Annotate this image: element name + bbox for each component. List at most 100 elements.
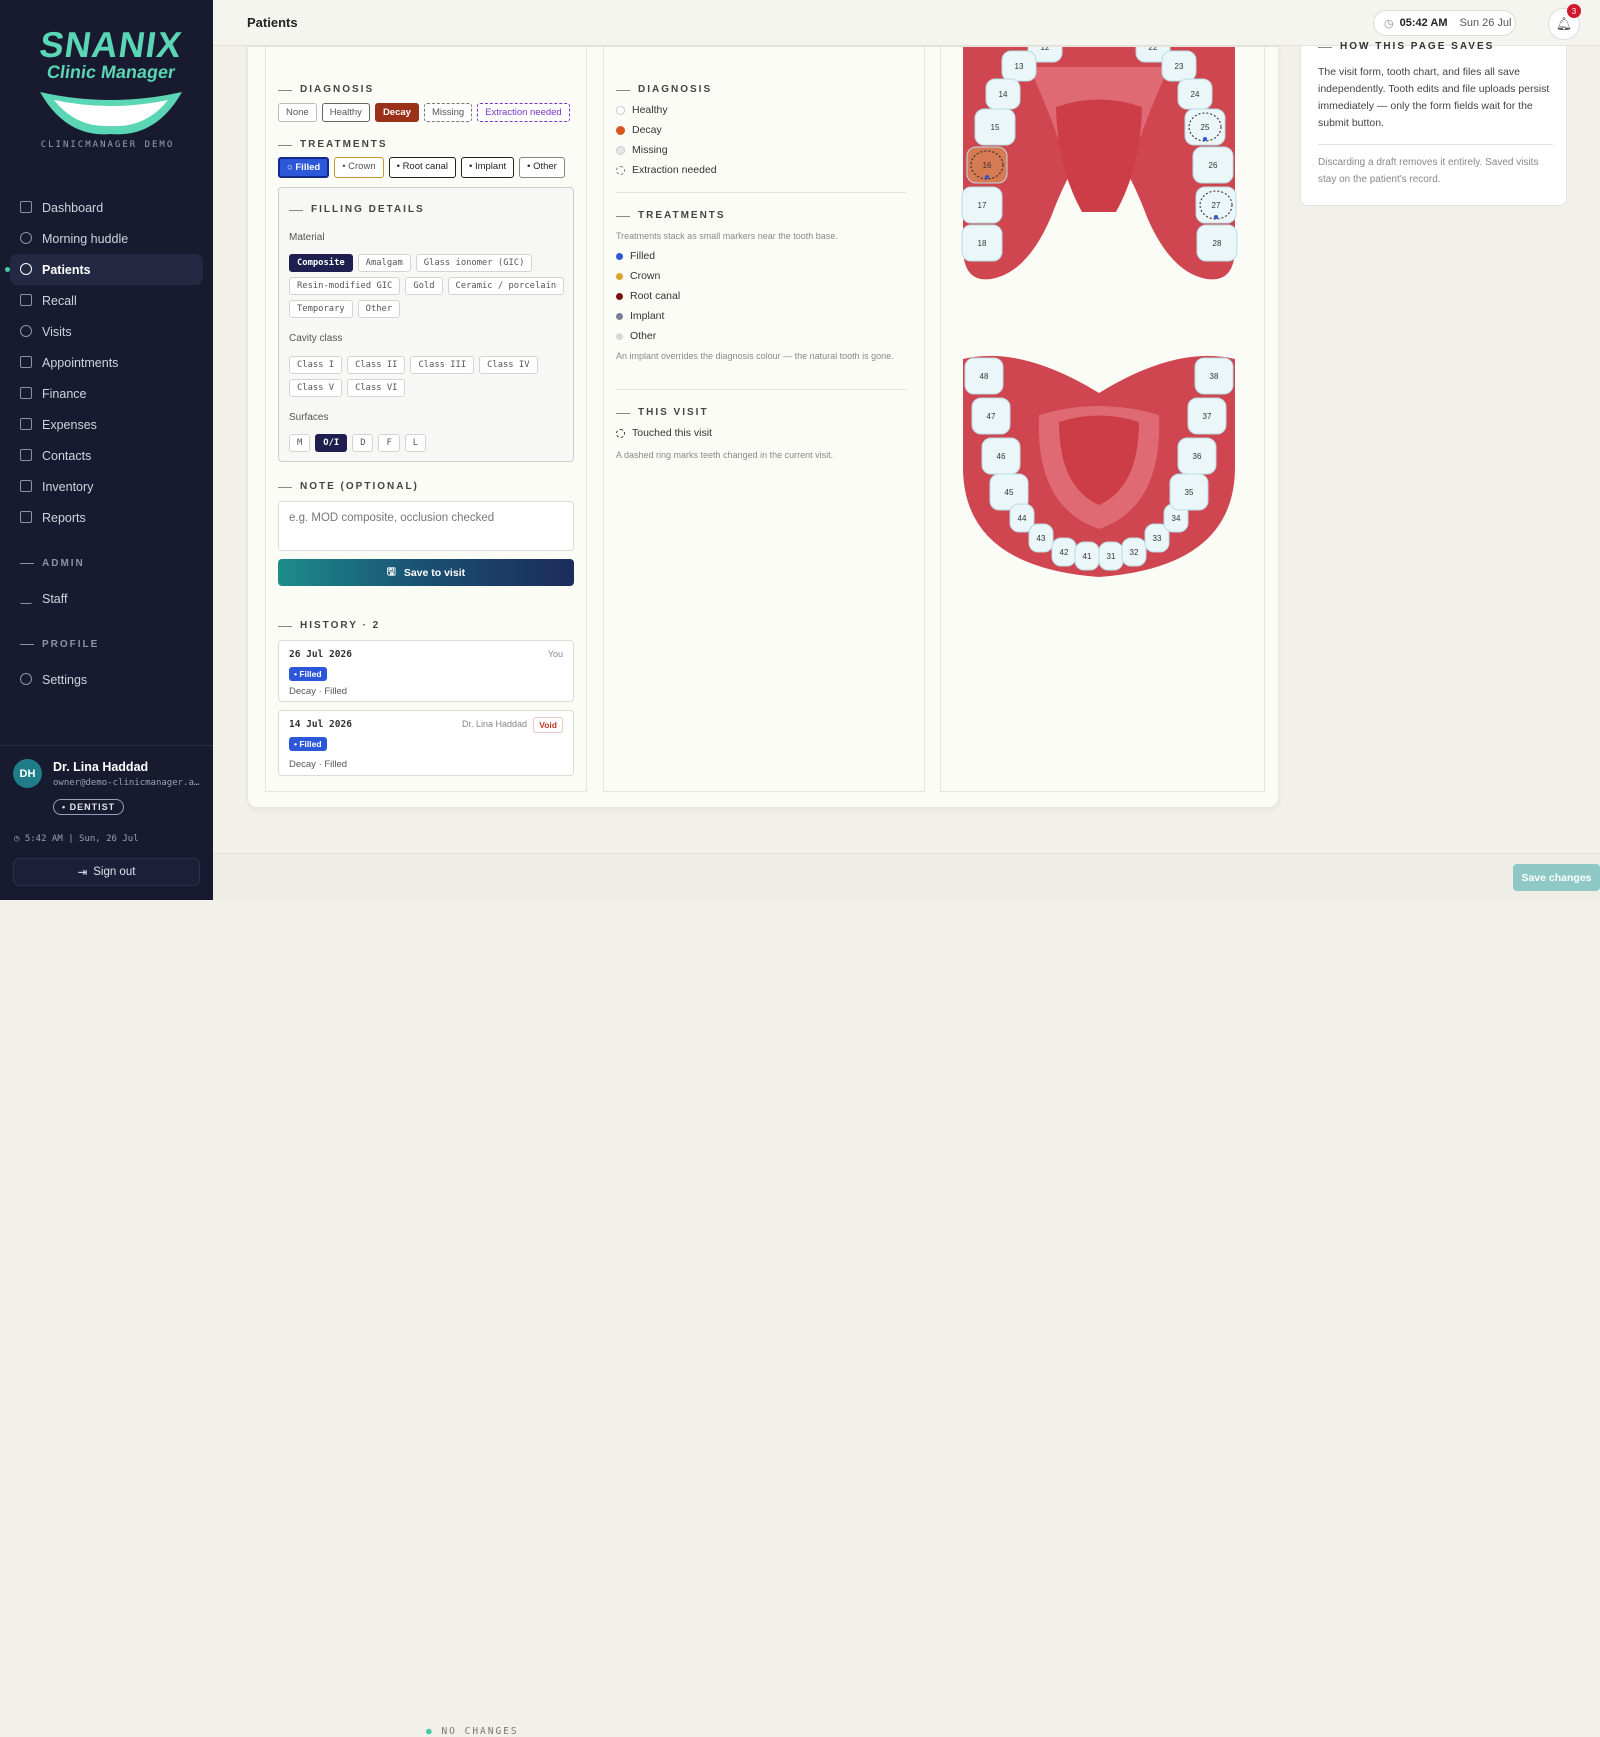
treatment-filled[interactable]: ○ Filled bbox=[278, 157, 330, 178]
nav-label: Patients bbox=[42, 262, 91, 277]
surface-d[interactable]: D bbox=[352, 434, 374, 452]
nav-staff[interactable]: Staff bbox=[10, 583, 203, 614]
tooth-label: 32 bbox=[1130, 548, 1139, 557]
extraction-swatch bbox=[616, 165, 625, 175]
diagnosis-missing[interactable]: Missing bbox=[423, 103, 473, 122]
grid-icon bbox=[20, 201, 32, 213]
surface-f[interactable]: F bbox=[378, 434, 400, 452]
tooth-label: 33 bbox=[1153, 534, 1162, 543]
history-entry[interactable]: 26 Jul 2026 You • Filled Decay · Filled bbox=[278, 640, 574, 702]
surface-oi[interactable]: O/I bbox=[315, 434, 348, 452]
gear-icon bbox=[20, 673, 32, 685]
brand-logo[interactable]: SNANIX Clinic Manager CLINICMANAGER DEMO bbox=[20, 24, 195, 150]
history-entry[interactable]: 14 Jul 2026 Dr. Lina Haddad Void • Fille… bbox=[278, 710, 574, 776]
diagnosis-extraction[interactable]: Extraction needed bbox=[477, 103, 570, 122]
history-date: 26 Jul 2026 bbox=[289, 649, 352, 660]
divider bbox=[616, 389, 906, 390]
tooth-label: 48 bbox=[980, 372, 989, 381]
nav-reports[interactable]: Reports bbox=[10, 502, 203, 533]
tooth-label: 36 bbox=[1193, 452, 1202, 461]
nav-contacts[interactable]: Contacts bbox=[10, 440, 203, 471]
treatment-chips: ○ Filled • Crown • Root canal • Implant … bbox=[278, 157, 565, 178]
nav-patients[interactable]: Patients bbox=[5, 254, 203, 285]
filling-heading: FILLING DETAILS bbox=[289, 204, 425, 215]
tooth-label: 18 bbox=[978, 239, 987, 248]
tooth-label: 14 bbox=[999, 90, 1008, 99]
role-badge: • DENTIST bbox=[53, 799, 125, 815]
treatment-implant[interactable]: • Implant bbox=[461, 157, 515, 178]
sidebar-clock: ◷ 5:42 AM | Sun, 26 Jul bbox=[14, 834, 139, 844]
surface-l[interactable]: L bbox=[404, 434, 427, 452]
nav-settings[interactable]: Settings bbox=[10, 664, 203, 695]
top-date: Sun 26 Jul bbox=[1459, 17, 1512, 29]
nav-inventory[interactable]: Inventory bbox=[10, 471, 203, 502]
cavity-class-3[interactable]: Class III bbox=[410, 356, 475, 374]
nav-expenses[interactable]: Expenses bbox=[10, 409, 203, 440]
nav-dashboard[interactable]: Dashboard bbox=[10, 192, 203, 223]
main-nav: Dashboard Morning huddle Patients Recall… bbox=[0, 192, 213, 695]
cavity-class-2[interactable]: Class II bbox=[347, 356, 406, 374]
user-card[interactable]: DH Dr. Lina Haddad owner@demo-clinicmana… bbox=[0, 745, 213, 815]
surfaces-label: Surfaces bbox=[289, 412, 329, 423]
receipt-icon bbox=[20, 418, 32, 430]
legend-panel: DIAGNOSIS Healthy Decay Missing Extracti… bbox=[603, 47, 925, 792]
material-chips: Composite Amalgam Glass ionomer (GIC) Re… bbox=[289, 254, 569, 318]
material-temporary[interactable]: Temporary bbox=[289, 300, 353, 318]
clock-icon: ◷ bbox=[1384, 17, 1394, 30]
tooth-chart[interactable]: 12 13 14 15 16 17 18 22 23 24 25 26 27 28 48 47 46 45 44 43… bbox=[941, 27, 1266, 607]
save-changes-button[interactable]: Save changes bbox=[1513, 864, 1600, 891]
void-button[interactable]: Void bbox=[533, 717, 563, 733]
nav-label: Settings bbox=[42, 672, 88, 687]
diagnosis-decay[interactable]: Decay bbox=[374, 103, 419, 122]
visit-note: A dashed ring marks teeth changed in the… bbox=[616, 450, 834, 460]
note-input[interactable]: e.g. MOD composite, occlusion checked bbox=[278, 501, 574, 551]
tooth-label: 12 bbox=[1041, 47, 1050, 52]
nav-recall[interactable]: Recall bbox=[10, 285, 203, 316]
surface-m[interactable]: M bbox=[289, 434, 311, 452]
legend-touched: Touched this visit bbox=[616, 427, 712, 439]
legend-decay: Decay bbox=[616, 124, 662, 136]
cavity-class-4[interactable]: Class IV bbox=[479, 356, 538, 374]
notification-count: 3 bbox=[1567, 4, 1581, 18]
tooth-label: 35 bbox=[1185, 488, 1194, 497]
crown-swatch bbox=[616, 272, 623, 280]
history-heading: HISTORY · 2 bbox=[278, 620, 380, 631]
diagnosis-none[interactable]: None bbox=[278, 103, 317, 122]
treatment-other[interactable]: • Other bbox=[519, 157, 565, 178]
nav-morning-huddle[interactable]: Morning huddle bbox=[10, 223, 203, 254]
legend-label: Extraction needed bbox=[632, 164, 717, 176]
treatment-crown[interactable]: • Crown bbox=[334, 157, 384, 178]
info-card: HOW THIS PAGE SAVES The visit form, toot… bbox=[1300, 41, 1567, 206]
material-composite[interactable]: Composite bbox=[289, 254, 353, 272]
save-to-visit-button[interactable]: 🖫︎ Save to visit bbox=[278, 559, 574, 586]
nav-label: Recall bbox=[42, 293, 77, 308]
cavity-class-5[interactable]: Class V bbox=[289, 379, 343, 397]
nav-visits[interactable]: Visits bbox=[10, 316, 203, 347]
material-gic[interactable]: Glass ionomer (GIC) bbox=[415, 254, 533, 272]
tooth-label: 37 bbox=[1203, 412, 1212, 421]
cavity-class-1[interactable]: Class I bbox=[289, 356, 343, 374]
clock-icon bbox=[20, 325, 32, 337]
history-author: You bbox=[547, 649, 563, 659]
book-icon bbox=[20, 449, 32, 461]
material-amalgam[interactable]: Amalgam bbox=[357, 254, 411, 272]
material-ceramic[interactable]: Ceramic / porcelain bbox=[447, 277, 565, 295]
diagnosis-healthy[interactable]: Healthy bbox=[321, 103, 370, 122]
treatment-root-canal[interactable]: • Root canal bbox=[388, 157, 456, 178]
legend-other: Other bbox=[616, 330, 656, 342]
material-other[interactable]: Other bbox=[357, 300, 401, 318]
divider bbox=[616, 192, 906, 193]
tooth-label: 34 bbox=[1172, 514, 1181, 523]
cavity-class-6[interactable]: Class VI bbox=[347, 379, 406, 397]
sidebar: SNANIX Clinic Manager CLINICMANAGER DEMO… bbox=[0, 0, 213, 900]
sidebar-clock-text: 5:42 AM | Sun, 26 Jul bbox=[24, 834, 139, 844]
nav-finance[interactable]: Finance bbox=[10, 378, 203, 409]
material-gold[interactable]: Gold bbox=[405, 277, 443, 295]
tooth-label: 31 bbox=[1107, 552, 1116, 561]
sign-out-button[interactable]: ⇥ Sign out bbox=[13, 858, 200, 886]
filled-swatch bbox=[616, 252, 623, 260]
legend-crown: Crown bbox=[616, 270, 660, 282]
material-rmgic[interactable]: Resin-modified GIC bbox=[289, 277, 401, 295]
tooth-chart-panel: 12 13 14 15 16 17 18 22 23 24 25 26 27 28 48 47 46 45 44 43… bbox=[940, 27, 1266, 792]
nav-appointments[interactable]: Appointments bbox=[10, 347, 203, 378]
